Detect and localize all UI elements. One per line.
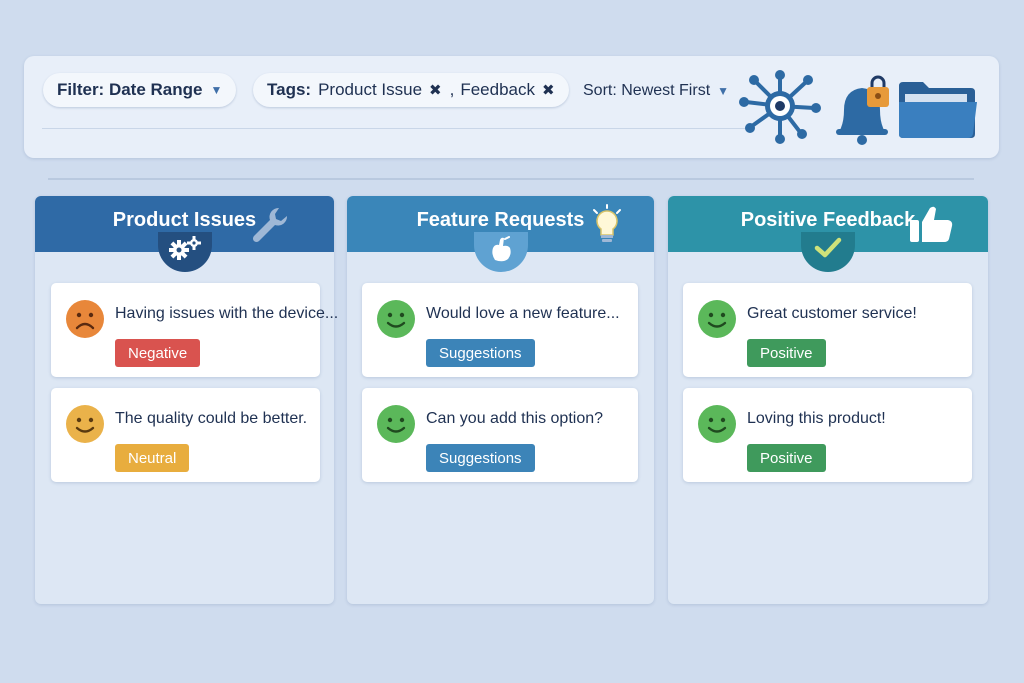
column-title: Positive Feedback bbox=[740, 208, 916, 231]
column-badge bbox=[473, 232, 528, 272]
smile-face-icon bbox=[698, 300, 736, 338]
column-title: Feature Requests bbox=[416, 208, 585, 231]
column-badge bbox=[157, 232, 212, 272]
column-badge bbox=[801, 232, 855, 272]
card-text: Great customer service! bbox=[747, 305, 917, 322]
lightbulb-icon bbox=[593, 204, 621, 242]
sentiment-tag-neutral[interactable]: Neutral bbox=[115, 444, 190, 472]
chevron-down-icon: ▼ bbox=[717, 84, 730, 98]
checkmark-icon bbox=[814, 237, 842, 258]
close-icon[interactable]: ✖ bbox=[429, 81, 442, 99]
close-icon[interactable]: ✖ bbox=[542, 81, 555, 99]
smile-face-icon bbox=[66, 405, 104, 443]
toolbar-divider bbox=[42, 128, 754, 129]
date-range-filter[interactable]: Filter: Date Range ▼ bbox=[43, 73, 237, 107]
feedback-card[interactable]: Great customer service! Positive bbox=[683, 283, 972, 377]
card-text: Can you add this option? bbox=[426, 410, 604, 427]
bell-lock-icon[interactable] bbox=[832, 74, 896, 146]
wrench-icon bbox=[252, 207, 288, 243]
thumbs-up-icon bbox=[910, 206, 953, 242]
column-feature-requests: Feature Requests Would love a new featur… bbox=[347, 196, 654, 604]
feedback-card[interactable]: Loving this product! Positive bbox=[683, 388, 972, 482]
section-divider bbox=[48, 178, 974, 180]
column-product-issues: Product Issues Having issues with the de… bbox=[35, 196, 338, 604]
feedback-card[interactable]: Having issues with the device... Negativ… bbox=[51, 283, 338, 377]
hand-icon bbox=[491, 236, 511, 262]
folder-icon[interactable] bbox=[897, 78, 979, 140]
tags-filter-label: Tags: bbox=[267, 80, 312, 99]
filter-toolbar: Filter: Date Range ▼ Tags: Product Issue… bbox=[24, 56, 999, 158]
tag-chip-feedback: Feedback bbox=[460, 80, 536, 99]
sentiment-tag-positive[interactable]: Positive bbox=[747, 339, 826, 367]
feedback-card[interactable]: The quality could be better. Neutral bbox=[51, 388, 320, 482]
column-title: Product Issues bbox=[112, 208, 257, 231]
feedback-card[interactable]: Would love a new feature... Suggestions bbox=[362, 283, 638, 377]
chevron-down-icon: ▼ bbox=[210, 83, 223, 97]
card-text: The quality could be better. bbox=[115, 410, 308, 427]
tags-filter[interactable]: Tags: Product Issue ✖ , Feedback ✖ bbox=[253, 73, 569, 107]
smile-face-icon bbox=[698, 405, 736, 443]
sentiment-tag-suggestions[interactable]: Suggestions bbox=[426, 444, 535, 472]
sad-face-icon bbox=[66, 300, 104, 338]
sort-dropdown[interactable]: Sort: Newest First ▼ bbox=[583, 80, 729, 102]
tag-separator: , bbox=[449, 80, 455, 99]
sort-label: Sort: Newest First bbox=[583, 82, 711, 99]
smile-face-icon bbox=[377, 405, 415, 443]
feedback-card[interactable]: Can you add this option? Suggestions bbox=[362, 388, 638, 482]
column-positive-feedback: Positive Feedback Great customer service… bbox=[668, 196, 988, 604]
gears-icon bbox=[168, 236, 201, 260]
sentiment-tag-positive[interactable]: Positive bbox=[747, 444, 826, 472]
card-text: Would love a new feature... bbox=[426, 305, 620, 322]
sentiment-tag-suggestions[interactable]: Suggestions bbox=[426, 339, 535, 367]
card-text: Having issues with the device... bbox=[115, 305, 339, 322]
tag-chip-product-issue: Product Issue bbox=[318, 80, 423, 99]
network-icon[interactable] bbox=[738, 68, 822, 144]
card-text: Loving this product! bbox=[747, 410, 886, 427]
date-range-filter-label: Filter: Date Range bbox=[57, 80, 203, 99]
smile-face-icon bbox=[377, 300, 415, 338]
sentiment-tag-negative[interactable]: Negative bbox=[115, 339, 201, 367]
